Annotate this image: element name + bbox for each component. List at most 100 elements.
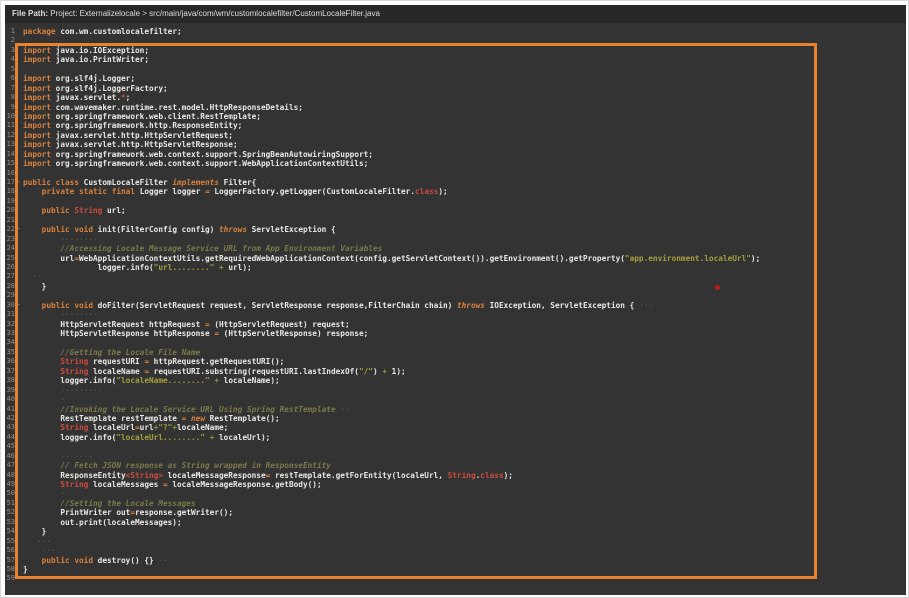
code-line[interactable]: 5: [5, 65, 906, 74]
fold-spacer: [15, 74, 23, 83]
line-number: 57: [5, 556, 15, 565]
code-line[interactable]: 57 public void destroy() {} ··: [5, 556, 906, 565]
code-text: public String url;: [23, 206, 126, 215]
code-line[interactable]: 33 HttpServletResponse httpResponse = (H…: [5, 329, 906, 338]
code-lines[interactable]: 1package com.wm.customlocalefilter;23imp…: [5, 27, 906, 584]
code-line[interactable]: 54 }: [5, 527, 906, 536]
code-line[interactable]: 50 ·: [5, 489, 906, 498]
code-line[interactable]: 38 logger.info("localeName........" + lo…: [5, 376, 906, 385]
line-number: 2: [5, 36, 15, 45]
line-number: 36: [5, 357, 15, 366]
code-line[interactable]: 27 ··: [5, 272, 906, 281]
fold-spacer: [15, 442, 23, 451]
code-line[interactable]: 11import org.springframework.http.Respon…: [5, 121, 906, 130]
code-line[interactable]: 29: [5, 291, 906, 300]
code-line[interactable]: 7import org.slf4j.LoggerFactory;: [5, 84, 906, 93]
line-number: 22: [5, 225, 15, 234]
code-line[interactable]: 18 private static final Logger logger = …: [5, 187, 906, 196]
code-line[interactable]: 53 out.print(localeMessages);: [5, 518, 906, 527]
code-line[interactable]: 10import org.springframework.web.client.…: [5, 112, 906, 121]
code-line[interactable]: 52 PrintWriter out=response.getWriter();: [5, 508, 906, 517]
fold-spacer: [15, 121, 23, 130]
code-line[interactable]: 51 //Setting the Locale Messages: [5, 499, 906, 508]
code-line[interactable]: 37 String localeName = requestURI.substr…: [5, 367, 906, 376]
line-number: 50: [5, 489, 15, 498]
line-number: 15: [5, 159, 15, 168]
code-line[interactable]: 15 import org.springframework.web.context…: [5, 159, 906, 168]
code-text: import javax.servlet.http.HttpServletReq…: [23, 131, 233, 140]
code-line[interactable]: 3import java.io.IOException;: [5, 46, 906, 55]
code-text: //Accessing Locale Message Service URL f…: [23, 244, 382, 253]
code-text: private static final Logger logger = Log…: [23, 187, 448, 196]
code-line[interactable]: 30- public void doFilter(ServletRequest …: [5, 301, 906, 310]
line-number: 25: [5, 254, 15, 263]
code-line[interactable]: 59: [5, 574, 906, 583]
code-text: import com.wavemaker.runtime.rest.model.…: [23, 103, 303, 112]
fold-marker-icon[interactable]: -: [15, 225, 23, 234]
code-line[interactable]: 26 logger.info("url........" + url);: [5, 263, 906, 272]
line-number: 23: [5, 235, 15, 244]
code-line[interactable]: 2: [5, 36, 906, 45]
line-number: 44: [5, 433, 15, 442]
code-line[interactable]: 23 ········: [5, 235, 906, 244]
line-number: 38: [5, 376, 15, 385]
code-line[interactable]: 58}: [5, 565, 906, 574]
file-path-bar: File Path: Project: Externalizelocale > …: [5, 5, 906, 23]
code-line[interactable]: 8import javax.servlet.*;: [5, 93, 906, 102]
code-line[interactable]: 44 logger.info("localeUrl........" + loc…: [5, 433, 906, 442]
code-line[interactable]: 39 ·········: [5, 386, 906, 395]
code-text: public class CustomLocaleFilter implemen…: [23, 178, 270, 187]
code-line[interactable]: 56 ····: [5, 546, 906, 555]
code-line[interactable]: 49 String localeMessages = localeMessage…: [5, 480, 906, 489]
fold-spacer: [15, 556, 23, 565]
fold-spacer: [15, 36, 23, 45]
code-line[interactable]: 46 ·······: [5, 452, 906, 461]
code-line[interactable]: 35 //Getting the Locale File Name: [5, 348, 906, 357]
code-line[interactable]: 17-public class CustomLocaleFilter imple…: [5, 178, 906, 187]
code-line[interactable]: 13import javax.servlet.http.HttpServletR…: [5, 140, 906, 149]
code-line[interactable]: 36 String requestURI = httpRequest.getRe…: [5, 357, 906, 366]
line-number: 48: [5, 471, 15, 480]
fold-marker-icon[interactable]: -: [15, 301, 23, 310]
code-line[interactable]: 43 String localeUrl=url+"?"+localeName;: [5, 423, 906, 432]
code-line[interactable]: 28 }: [5, 282, 906, 291]
code-line[interactable]: 41 //Invoking the Locale Service URL Usi…: [5, 405, 906, 414]
code-line[interactable]: 9import com.wavemaker.runtime.rest.model…: [5, 103, 906, 112]
line-number: 26: [5, 263, 15, 272]
code-line[interactable]: 48 ResponseEntity<String> localeMessageR…: [5, 471, 906, 480]
code-line[interactable]: 25 url=WebApplicationContextUtils.getReq…: [5, 254, 906, 263]
line-number: 4: [5, 55, 15, 64]
code-line[interactable]: 19: [5, 197, 906, 206]
line-number: 43: [5, 423, 15, 432]
fold-marker-icon[interactable]: -: [15, 178, 23, 187]
code-line[interactable]: 32 HttpServletRequest httpRequest = (Htt…: [5, 320, 906, 329]
code-text: HttpServletResponse httpResponse = (Http…: [23, 329, 368, 338]
fold-spacer: [15, 386, 23, 395]
code-line[interactable]: 20 public String url;: [5, 206, 906, 215]
code-text: logger.info("localeName........" + local…: [23, 376, 280, 385]
code-line[interactable]: 14import org.springframework.web.context…: [5, 150, 906, 159]
fold-spacer: [15, 263, 23, 272]
code-text: import org.springframework.web.context.s…: [23, 159, 368, 168]
fold-spacer: [15, 169, 23, 178]
code-line[interactable]: 45: [5, 442, 906, 451]
code-line[interactable]: 24 //Accessing Locale Message Service UR…: [5, 244, 906, 253]
code-line[interactable]: 47 // Fetch JSON response as String wrap…: [5, 461, 906, 470]
code-line[interactable]: 4import java.io.PrintWriter;: [5, 55, 906, 64]
code-line[interactable]: 12import javax.servlet.http.HttpServletR…: [5, 131, 906, 140]
fold-spacer: [15, 291, 23, 300]
code-line[interactable]: 16: [5, 169, 906, 178]
code-editor[interactable]: 1package com.wm.customlocalefilter;23imp…: [5, 27, 906, 584]
code-line[interactable]: 6import org.slf4j.Logger;: [5, 74, 906, 83]
fold-spacer: [15, 235, 23, 244]
code-line[interactable]: 22- public void init(FilterConfig config…: [5, 225, 906, 234]
code-line[interactable]: 31 ········: [5, 310, 906, 319]
code-text: //Getting the Locale File Name: [23, 348, 200, 357]
code-line[interactable]: 42 RestTemplate restTemplate = new RestT…: [5, 414, 906, 423]
fold-spacer: [15, 159, 23, 168]
code-line[interactable]: 34: [5, 338, 906, 347]
code-line[interactable]: 55 ···: [5, 537, 906, 546]
code-line[interactable]: 21: [5, 216, 906, 225]
code-line[interactable]: 40 ·: [5, 395, 906, 404]
code-line[interactable]: 1package com.wm.customlocalefilter;: [5, 27, 906, 36]
